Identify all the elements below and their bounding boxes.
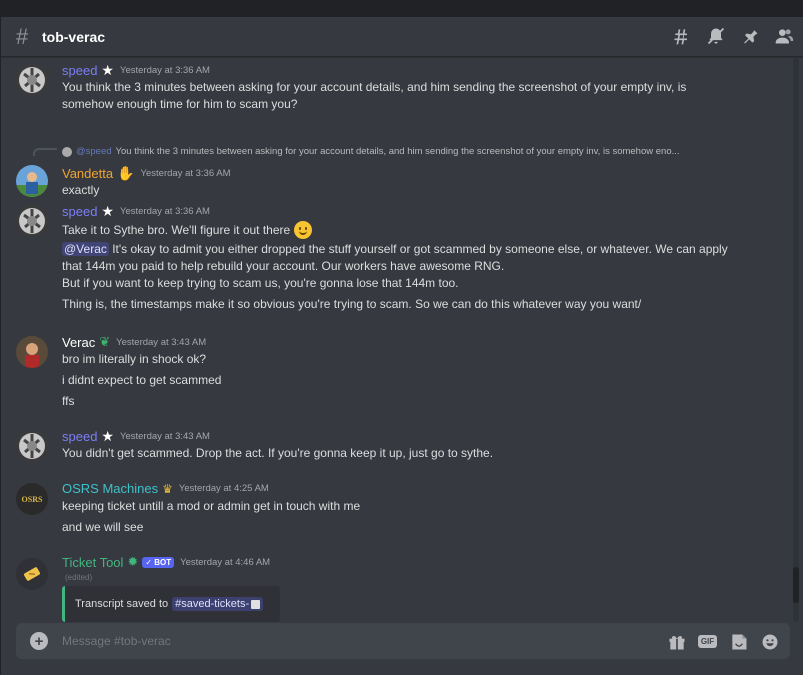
message-header: speed ★ Yesterday at 3:36 AM <box>62 62 210 79</box>
message-header: Ticket Tool ✹ ✓ BOT Yesterday at 4:46 AM <box>62 554 270 570</box>
message-text: You didn't get scammed. Drop the act. If… <box>62 446 494 460</box>
scrollbar-thumb[interactable] <box>793 567 799 603</box>
avatar[interactable] <box>16 165 48 197</box>
reply-username: @speed <box>76 146 112 157</box>
timestamp: Yesterday at 3:36 AM <box>119 65 210 76</box>
threads-icon[interactable] <box>671 25 693 47</box>
reply-preview[interactable]: @speed You think the 3 minutes between a… <box>62 146 680 157</box>
message-text: keeping ticket untill a mod or admin get… <box>62 499 361 513</box>
scrollbar-track[interactable] <box>793 58 799 622</box>
transcript-embed: Transcript saved to #saved-tickets- <box>62 586 280 622</box>
embed-text: Transcript saved to <box>75 598 169 610</box>
user-mention[interactable]: @Verac <box>62 242 109 256</box>
message-composer: + GIF <box>16 623 790 659</box>
avatar[interactable]: OSRS <box>16 483 48 515</box>
avatar[interactable] <box>16 64 48 96</box>
emoji-icon[interactable] <box>759 631 780 652</box>
mute-icon[interactable] <box>705 25 727 47</box>
username[interactable]: Vandetta <box>62 166 113 181</box>
star-icon: ★ <box>101 428 114 444</box>
message-text: somehow enough time for him to scam you? <box>62 97 298 111</box>
message-text: Take it to Sythe bro. We'll figure it ou… <box>62 223 291 237</box>
username[interactable]: speed <box>62 63 97 78</box>
message-text: i didnt expect to get scammed <box>62 373 222 387</box>
wave-hand-icon: ✋ <box>117 165 135 181</box>
message-header: Verac ❦ Yesterday at 3:43 AM <box>62 334 206 350</box>
message-text: You think the 3 minutes between asking f… <box>62 80 687 94</box>
sparkle-icon: ❦ <box>99 334 111 349</box>
message-text: that 144m you paid to help rebuild your … <box>62 259 505 273</box>
channel-header: # tob-verac <box>1 17 803 57</box>
username[interactable]: speed <box>62 429 97 444</box>
gif-icon[interactable]: GIF <box>697 631 718 652</box>
reply-connector <box>33 148 57 156</box>
gear-badge-icon: ✹ <box>127 554 139 569</box>
timestamp: Yesterday at 3:36 AM <box>119 206 210 217</box>
members-icon[interactable] <box>773 25 795 47</box>
reply-avatar-icon <box>62 146 72 157</box>
message-input[interactable] <box>62 634 642 648</box>
star-icon: ★ <box>101 62 114 78</box>
username[interactable]: Ticket Tool <box>62 555 123 570</box>
avatar[interactable] <box>16 336 48 368</box>
header-toolbar <box>671 25 795 47</box>
timestamp: Yesterday at 3:43 AM <box>119 431 210 442</box>
gif-label: GIF <box>697 635 718 648</box>
message-text: ffs <box>62 394 75 408</box>
username[interactable]: speed <box>62 204 97 219</box>
title-strip <box>0 0 803 17</box>
reply-text: You think the 3 minutes between asking f… <box>115 146 680 157</box>
message-list: speed ★ Yesterday at 3:36 AM You think t… <box>1 58 791 622</box>
message-line: @Verac It's okay to admit you either dro… <box>62 242 728 256</box>
avatar-logo: OSRS <box>21 494 43 504</box>
star-icon: ★ <box>101 203 114 219</box>
username[interactable]: OSRS Machines <box>62 481 158 496</box>
add-attachment-button[interactable]: + <box>30 632 48 650</box>
message-header: speed ★ Yesterday at 3:36 AM <box>62 203 210 220</box>
message-text: and we will see <box>62 520 144 534</box>
channel-hash-icon: # <box>16 23 29 49</box>
channel-mention-label: saved-tickets- <box>181 598 250 610</box>
message-line: Take it to Sythe bro. We'll figure it ou… <box>62 221 313 239</box>
timestamp: Yesterday at 3:43 AM <box>116 336 207 348</box>
channel-mention[interactable]: #saved-tickets- <box>172 597 264 611</box>
message-text: It's okay to admit you either dropped th… <box>112 242 728 256</box>
message-text: But if you want to keep trying to scam u… <box>62 276 459 290</box>
username[interactable]: Verac <box>62 335 95 350</box>
sticker-icon[interactable] <box>728 631 749 652</box>
chat-window: # tob-verac speed ★ Yesterday at 3:36 AM… <box>0 17 803 675</box>
ticket-icon <box>24 567 40 581</box>
crown-icon: ♛ <box>162 481 173 496</box>
message-header: OSRS Machines ♛ Yesterday at 4:25 AM <box>62 481 269 496</box>
gift-icon[interactable] <box>666 631 687 652</box>
message-header: Vandetta ✋ Yesterday at 3:36 AM <box>62 165 231 182</box>
bot-tag: ✓ BOT <box>142 556 175 568</box>
message-text: exactly <box>62 183 100 197</box>
avatar[interactable] <box>16 205 48 237</box>
composer-toolbar: GIF <box>666 631 780 652</box>
slight-smile-icon <box>294 221 313 239</box>
timestamp: Yesterday at 4:46 AM <box>180 556 271 568</box>
pin-icon[interactable] <box>739 25 761 47</box>
message-header: speed ★ Yesterday at 3:43 AM <box>62 428 210 445</box>
avatar[interactable] <box>16 558 48 590</box>
floppy-icon <box>251 599 261 609</box>
message-text: Thing is, the timestamps make it so obvi… <box>62 297 642 311</box>
timestamp: Yesterday at 4:25 AM <box>178 483 269 494</box>
message-text: bro im literally in shock ok? <box>62 352 207 366</box>
edited-label: (edited) <box>65 573 93 582</box>
avatar[interactable] <box>16 430 48 462</box>
timestamp: Yesterday at 3:36 AM <box>140 168 231 179</box>
channel-name: tob-verac <box>42 28 106 45</box>
